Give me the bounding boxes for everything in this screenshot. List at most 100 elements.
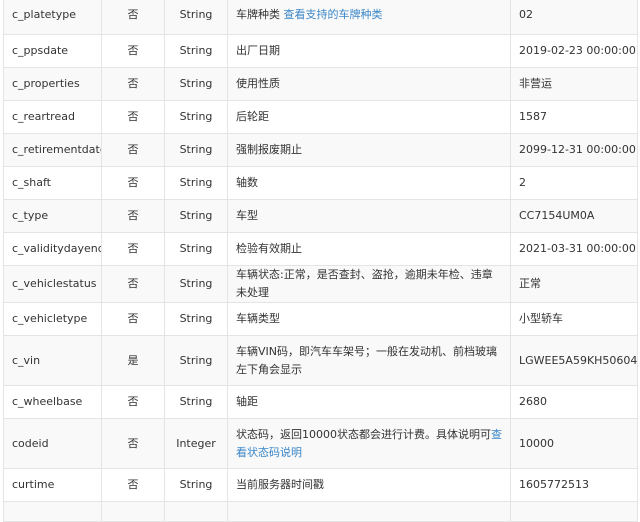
table-row: c_shaft 否 String 轴数 2	[3, 166, 638, 200]
description-text: 检验有效期止	[236, 242, 302, 255]
description-text: 车辆类型	[236, 312, 280, 325]
param-description: 车型	[227, 199, 511, 233]
param-type: String	[164, 0, 228, 35]
table-row: c_properties 否 String 使用性质 非营运	[3, 67, 638, 101]
table-row: c_ppsdate 否 String 出厂日期 2019-02-23 00:00:00	[3, 34, 638, 68]
table-row	[3, 501, 638, 522]
param-name: c_vehicletype	[3, 302, 102, 336]
param-required: 是	[101, 335, 165, 386]
table-row: c_type 否 String 车型 CC7154UM0A	[3, 199, 638, 233]
param-name: c_shaft	[3, 166, 102, 200]
param-required: 否	[101, 232, 165, 266]
param-name: codeid	[3, 418, 102, 469]
table-row: c_vehicletype 否 String 车辆类型 小型轿车	[3, 302, 638, 336]
description-text: 使用性质	[236, 77, 280, 90]
param-name: c_ppsdate	[3, 34, 102, 68]
param-description	[227, 501, 511, 522]
param-required: 否	[101, 265, 165, 303]
param-name: c_vin	[3, 335, 102, 386]
param-description: 车辆状态:正常，是否查封、盗抢，逾期未年检、违章未处理	[227, 265, 511, 303]
param-type: String	[164, 265, 228, 303]
param-description: 后轮距	[227, 100, 511, 134]
param-type: String	[164, 385, 228, 419]
description-text: 车辆状态:正常，是否查封、盗抢，逾期未年检、违章未处理	[236, 268, 493, 299]
param-type: String	[164, 133, 228, 167]
param-description: 车辆VIN码，即汽车车架号；一般在发动机、前档玻璃左下角会显示	[227, 335, 511, 386]
param-example-value	[510, 501, 638, 522]
table-row: c_platetype 否 String 车牌种类 查看支持的车牌种类 02	[3, 0, 638, 35]
description-text: 车型	[236, 209, 258, 222]
param-description: 使用性质	[227, 67, 511, 101]
param-required: 否	[101, 0, 165, 35]
param-type: String	[164, 34, 228, 68]
param-example-value: 1605772513	[510, 468, 638, 502]
param-example-value: 10000	[510, 418, 638, 469]
table-row: c_vehiclestatus 否 String 车辆状态:正常，是否查封、盗抢，逾期…	[3, 265, 638, 303]
param-description: 车辆类型	[227, 302, 511, 336]
description-text: 轴数	[236, 176, 258, 189]
param-name: c_vehiclestatus	[3, 265, 102, 303]
param-example-value: 2099-12-31 00:00:00	[510, 133, 638, 167]
param-type: String	[164, 199, 228, 233]
params-table-body: c_platetype 否 String 车牌种类 查看支持的车牌种类 02 c_ppsd…	[3, 0, 638, 522]
param-example-value: 02	[510, 0, 638, 35]
param-description: 强制报废期止	[227, 133, 511, 167]
param-type: Integer	[164, 418, 228, 469]
param-required: 否	[101, 199, 165, 233]
param-example-value: 2019-02-23 00:00:00	[510, 34, 638, 68]
param-description: 状态码，返回10000状态都会进行计费。具体说明可查看状态码说明	[227, 418, 511, 469]
param-type: String	[164, 166, 228, 200]
param-name: c_reartread	[3, 100, 102, 134]
param-example-value: CC7154UM0A	[510, 199, 638, 233]
description-text: 车辆VIN码，即汽车车架号；一般在发动机、前档玻璃左下角会显示	[236, 344, 497, 376]
param-name	[3, 501, 102, 522]
param-example-value: 正常	[510, 265, 638, 303]
param-name: curtime	[3, 468, 102, 502]
param-required: 否	[101, 34, 165, 68]
table-row: c_retirementdate 否 String 强制报废期止 2099-12-31 …	[3, 133, 638, 167]
description-text: 状态码，返回10000状态都会进行计费。具体说明可	[236, 427, 491, 441]
table-row: codeid 否 Integer 状态码，返回10000状态都会进行计费。具体说明可查…	[3, 418, 638, 469]
param-type: String	[164, 335, 228, 386]
param-required: 否	[101, 166, 165, 200]
param-example-value: 非营运	[510, 67, 638, 101]
param-required: 否	[101, 67, 165, 101]
param-example-value: 2021-03-31 00:00:00	[510, 232, 638, 266]
description-text: 出厂日期	[236, 44, 280, 57]
table-row: curtime 否 String 当前服务器时间戳 1605772513	[3, 468, 638, 502]
param-description: 轴数	[227, 166, 511, 200]
param-name: c_type	[3, 199, 102, 233]
table-row: c_vin 是 String 车辆VIN码，即汽车车架号；一般在发动机、前档玻璃左下角…	[3, 335, 638, 386]
description-text: 强制报废期止	[236, 143, 302, 156]
description-text: 轴距	[236, 395, 258, 408]
param-description: 车牌种类 查看支持的车牌种类	[227, 0, 511, 35]
table-row: c_validitydayend 否 String 检验有效期止 2021-03-31 …	[3, 232, 638, 266]
param-required: 否	[101, 468, 165, 502]
param-required: 否	[101, 133, 165, 167]
param-required: 否	[101, 100, 165, 134]
param-name: c_platetype	[3, 0, 102, 35]
table-row: c_reartread 否 String 后轮距 1587	[3, 100, 638, 134]
param-type	[164, 501, 228, 522]
param-description: 轴距	[227, 385, 511, 419]
params-table: c_platetype 否 String 车牌种类 查看支持的车牌种类 02 c_ppsd…	[3, 0, 638, 522]
param-example-value: 2	[510, 166, 638, 200]
description-text: 后轮距	[236, 110, 269, 123]
param-type: String	[164, 302, 228, 336]
param-example-value: 1587	[510, 100, 638, 134]
param-required	[101, 501, 165, 522]
param-required: 否	[101, 385, 165, 419]
description-link[interactable]: 查看支持的车牌种类	[284, 8, 383, 21]
description-text: 车牌种类	[236, 7, 280, 21]
table-row: c_wheelbase 否 String 轴距 2680	[3, 385, 638, 419]
param-example-value: 2680	[510, 385, 638, 419]
param-type: String	[164, 468, 228, 502]
param-required: 否	[101, 418, 165, 469]
param-name: c_properties	[3, 67, 102, 101]
param-description: 出厂日期	[227, 34, 511, 68]
param-example-value: LGWEE5A59KH506047	[510, 335, 638, 386]
param-name: c_retirementdate	[3, 133, 102, 167]
param-required: 否	[101, 302, 165, 336]
param-description: 检验有效期止	[227, 232, 511, 266]
param-description: 当前服务器时间戳	[227, 468, 511, 502]
